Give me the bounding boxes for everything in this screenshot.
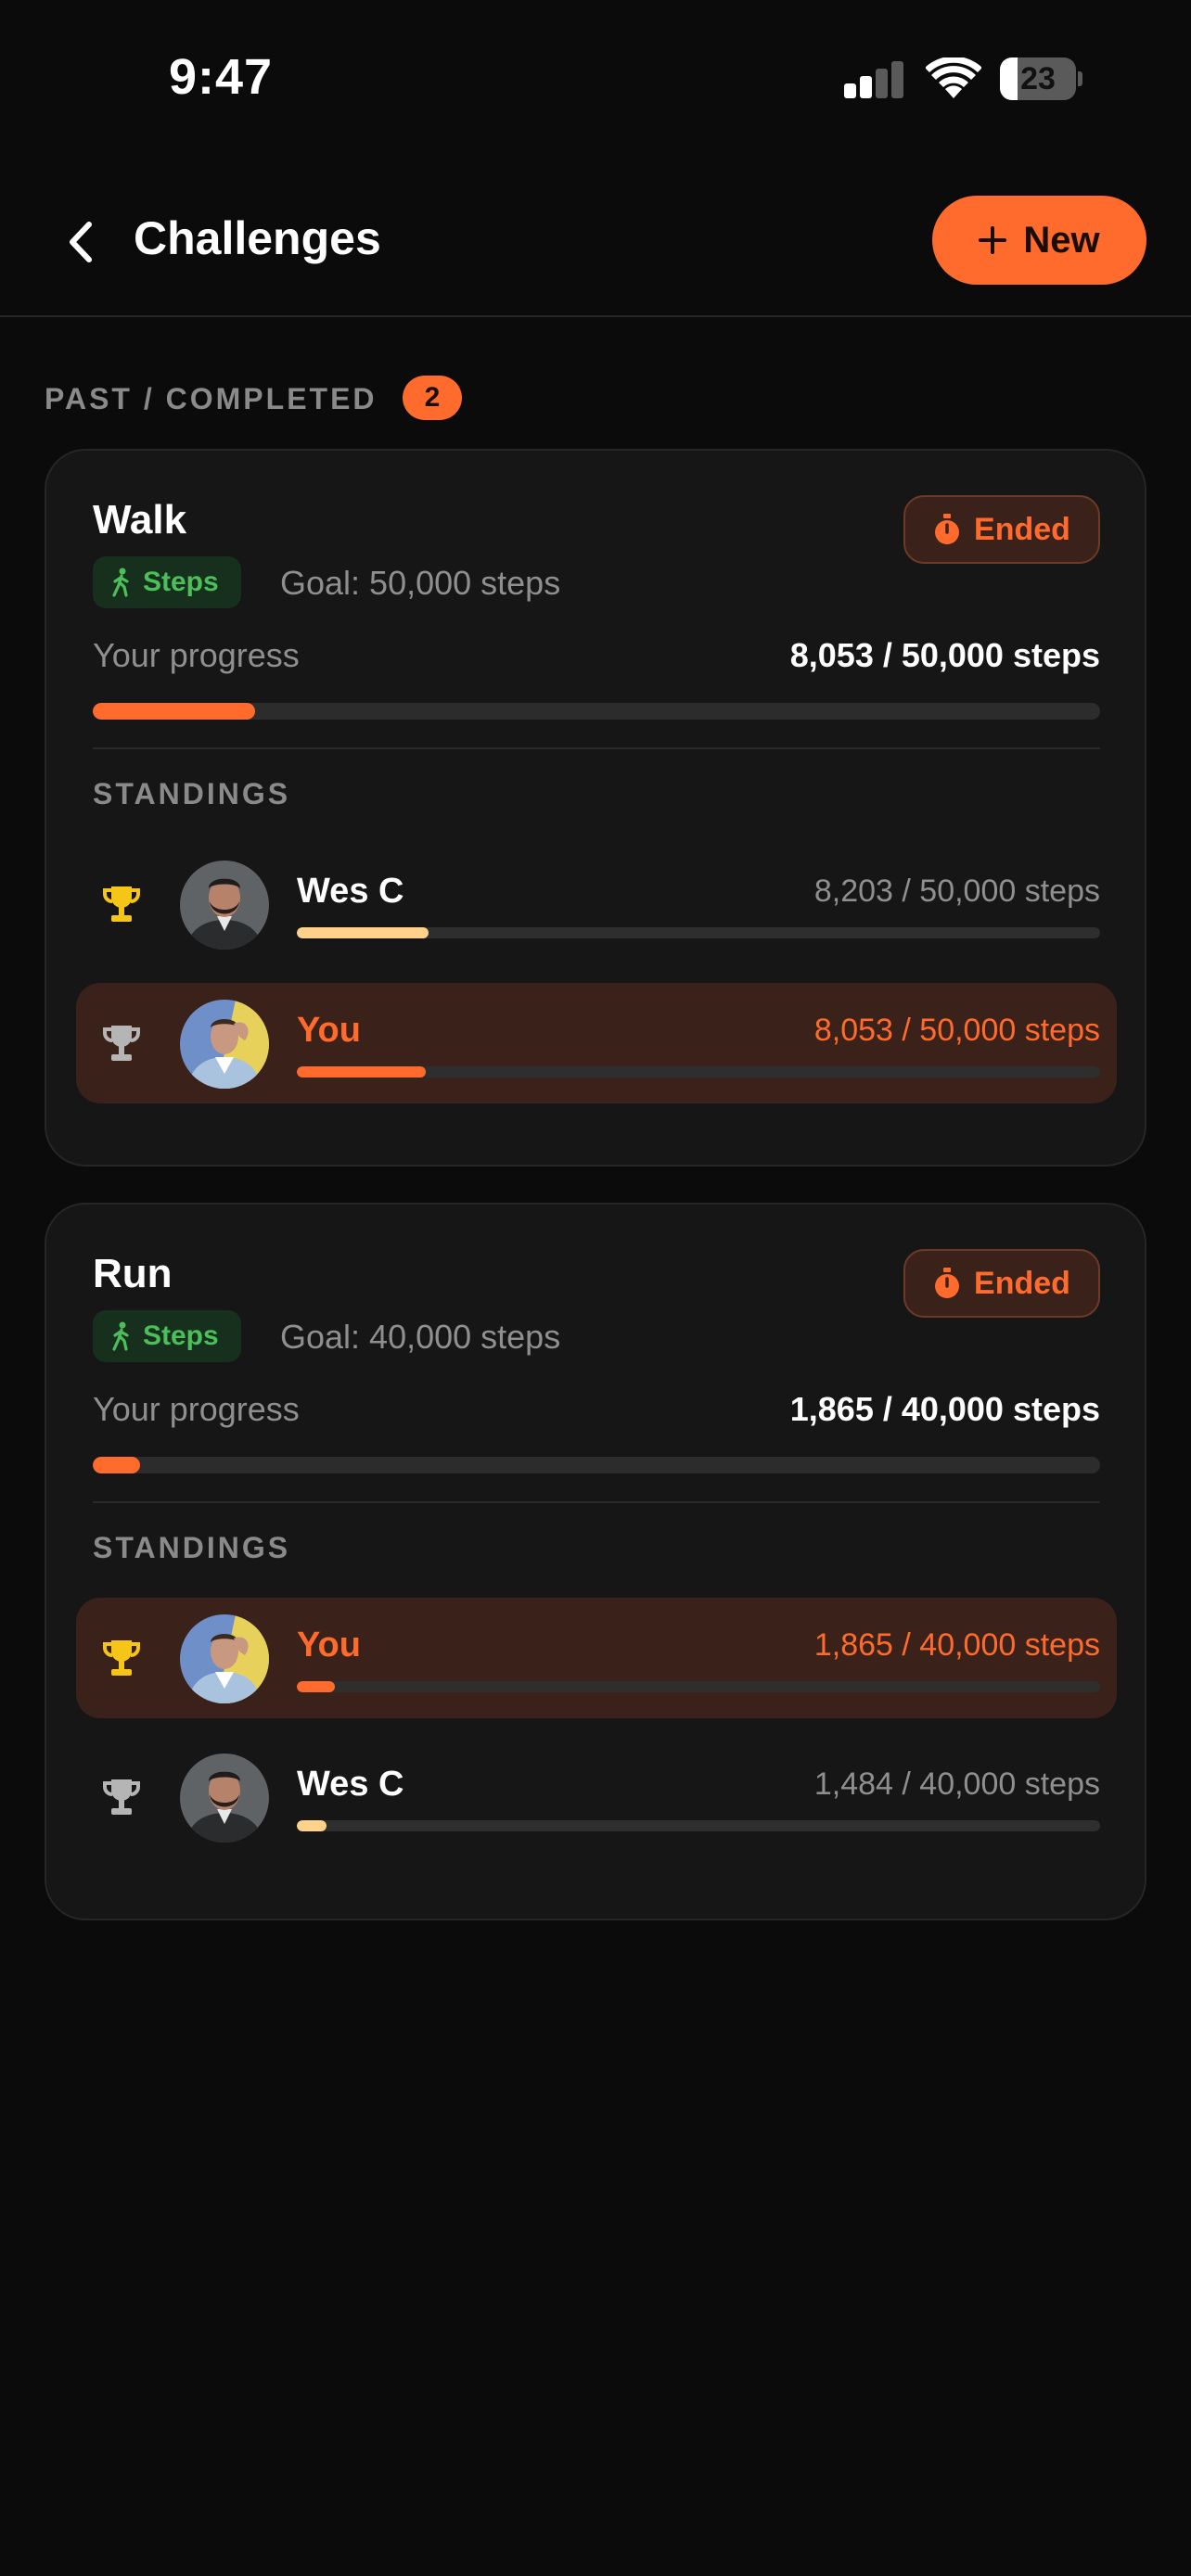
section-label: PAST / COMPLETED (45, 382, 378, 415)
challenge-type-label: Steps (143, 567, 219, 597)
challenge-title: Run (93, 1251, 173, 1296)
progress-bar (93, 703, 1100, 720)
challenge-type-pill: Steps (93, 556, 241, 608)
avatar (180, 1000, 269, 1089)
player-name: Wes C (297, 872, 404, 911)
standing-row[interactable]: You 8,053 / 50,000 steps (76, 983, 1117, 1103)
wifi-icon (925, 56, 982, 100)
player-name: Wes C (297, 1765, 404, 1804)
battery-percentage: 23 (1020, 61, 1056, 96)
player-progress-bar (297, 1066, 1100, 1078)
avatar (180, 861, 269, 950)
divider (93, 1501, 1100, 1503)
player-steps-value: 8,203 / 50,000 steps (813, 874, 1100, 909)
section-count-badge: 2 (403, 376, 462, 420)
avatar (180, 1614, 269, 1703)
player-progress-bar (297, 1820, 1100, 1831)
standing-row[interactable]: Wes C 1,484 / 40,000 steps (76, 1737, 1117, 1857)
player-progress-fill (297, 1066, 427, 1078)
avatar (180, 1753, 269, 1843)
challenge-type-label: Steps (143, 1320, 219, 1351)
status-time: 9:47 (169, 49, 274, 105)
back-button[interactable] (58, 213, 104, 271)
plus-icon (979, 226, 1007, 254)
player-steps-value: 1,865 / 40,000 steps (813, 1627, 1100, 1663)
battery-icon: 23 (1000, 57, 1082, 100)
goal-text: Goal: 40,000 steps (280, 1318, 561, 1356)
player-progress-bar (297, 1681, 1100, 1692)
walking-person-icon (112, 1321, 129, 1351)
player-steps-value: 1,484 / 40,000 steps (813, 1766, 1100, 1802)
new-challenge-button[interactable]: New (932, 196, 1146, 285)
page-title: Challenges (134, 212, 381, 264)
progress-bar-fill (93, 1457, 141, 1473)
stopwatch-icon (935, 514, 960, 544)
progress-label: Your progress (93, 1390, 300, 1428)
progress-value: 1,865 / 40,000 steps (789, 1390, 1100, 1428)
player-name: You (297, 1626, 361, 1664)
status-badge: Ended (903, 495, 1100, 564)
progress-bar-fill (93, 703, 255, 720)
challenge-card[interactable]: Run Ended Steps Goal: 40,000 steps Your prog… (45, 1203, 1146, 1920)
chevron-left-icon (70, 222, 92, 262)
status-label: Ended (974, 511, 1070, 547)
trophy-icon (102, 1022, 141, 1065)
walking-person-icon (112, 567, 129, 597)
goal-text: Goal: 50,000 steps (280, 564, 561, 602)
challenge-type-pill: Steps (93, 1310, 241, 1362)
cellular-signal-icon (844, 61, 905, 98)
challenge-title: Walk (93, 497, 187, 542)
player-name: You (297, 1011, 361, 1050)
player-progress-fill (297, 1820, 327, 1831)
status-bar: 9:47 23 (0, 0, 1191, 158)
standings-label: STANDINGS (93, 1531, 291, 1564)
divider (93, 747, 1100, 749)
progress-bar (93, 1457, 1100, 1473)
header: Challenges New (0, 185, 1191, 317)
player-progress-bar (297, 927, 1100, 938)
trophy-icon (102, 1637, 141, 1679)
player-progress-fill (297, 927, 429, 938)
standing-row[interactable]: You 1,865 / 40,000 steps (76, 1598, 1117, 1718)
progress-label: Your progress (93, 636, 300, 674)
progress-value: 8,053 / 50,000 steps (789, 636, 1100, 674)
status-label: Ended (974, 1265, 1070, 1301)
standing-row[interactable]: Wes C 8,203 / 50,000 steps (76, 844, 1117, 964)
player-steps-value: 8,053 / 50,000 steps (813, 1013, 1100, 1048)
standings-label: STANDINGS (93, 777, 291, 810)
status-badge: Ended (903, 1249, 1100, 1318)
trophy-icon (102, 1776, 141, 1818)
trophy-icon (102, 883, 141, 925)
new-button-label: New (1023, 219, 1100, 261)
stopwatch-icon (935, 1268, 960, 1298)
player-progress-fill (297, 1681, 335, 1692)
challenge-card[interactable]: Walk Ended Steps Goal: 50,000 steps Your pro… (45, 449, 1146, 1167)
